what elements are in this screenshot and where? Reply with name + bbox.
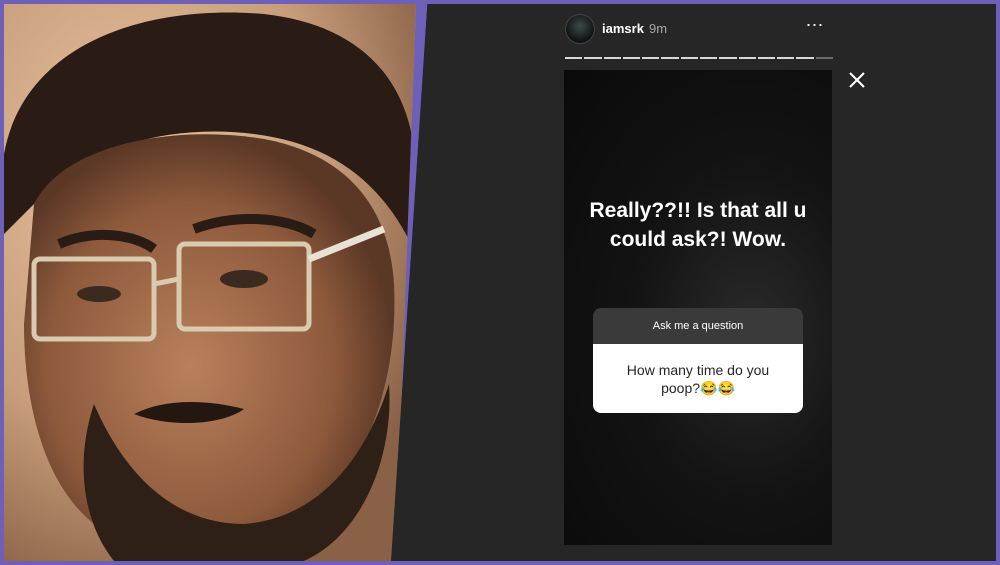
username[interactable]: iamsrk: [602, 21, 644, 36]
progress-segment: [699, 57, 718, 59]
question-sticker-header: Ask me a question: [593, 308, 803, 344]
avatar[interactable]: [565, 14, 595, 44]
portrait-photo: [4, 4, 416, 561]
story-progress-bar: [565, 57, 833, 59]
portrait-illustration: [4, 4, 416, 561]
story-caption: Really??!! Is that all u could ask?! Wow…: [589, 199, 807, 251]
progress-segment: [680, 57, 698, 59]
progress-segment: [757, 57, 776, 59]
close-icon[interactable]: [847, 70, 867, 90]
progress-segment: [642, 57, 660, 59]
progress-segment: [584, 57, 602, 59]
progress-segment: [565, 57, 583, 59]
progress-segment: [777, 57, 795, 59]
post-time: 9m: [649, 21, 668, 36]
question-sticker-answer: How many time do you poop?😂😂: [593, 344, 803, 413]
progress-segment: [796, 57, 814, 59]
progress-segment: [622, 57, 641, 59]
progress-segment: [815, 57, 833, 59]
more-options-icon[interactable]: ⋯: [803, 16, 827, 38]
progress-segment: [719, 57, 737, 59]
story-content[interactable]: Really??!! Is that all u could ask?! Wow…: [564, 70, 832, 545]
collage-frame: iamsrk 9m ⋯ Really??!! Is that all u cou…: [0, 0, 1000, 565]
progress-segment: [661, 57, 679, 59]
progress-segment: [603, 57, 621, 59]
progress-segment: [738, 57, 756, 59]
question-sticker[interactable]: Ask me a question How many time do you p…: [593, 308, 803, 413]
story-header: iamsrk 9m ⋯: [565, 14, 833, 44]
